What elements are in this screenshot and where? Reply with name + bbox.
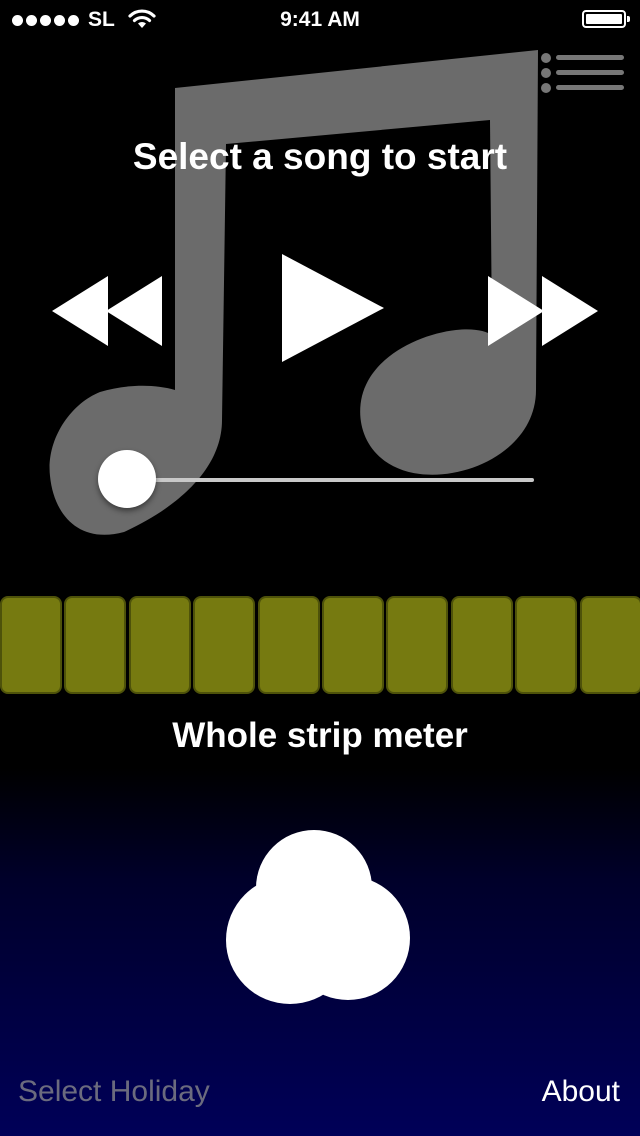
- fast-forward-button[interactable]: [486, 274, 600, 348]
- app-screen: SL 9:41 AM Select a song to start Whole …: [0, 0, 640, 1136]
- about-button[interactable]: About: [542, 1075, 620, 1109]
- meter-cell: [0, 596, 62, 694]
- strip-meter: [0, 596, 640, 694]
- meter-cell: [258, 596, 320, 694]
- play-icon: [282, 254, 384, 362]
- meter-cell: [64, 596, 126, 694]
- meter-cell: [386, 596, 448, 694]
- meter-cell: [515, 596, 577, 694]
- meter-label: Whole strip meter: [172, 716, 468, 755]
- rewind-button[interactable]: [50, 274, 164, 348]
- select-holiday-button[interactable]: Select Holiday: [18, 1075, 210, 1109]
- meter-cell: [193, 596, 255, 694]
- meter-cell: [322, 596, 384, 694]
- progress-track[interactable]: [126, 478, 534, 482]
- meter-cell: [451, 596, 513, 694]
- progress-slider-thumb[interactable]: [98, 450, 156, 508]
- song-prompt: Select a song to start: [132, 136, 508, 177]
- play-button[interactable]: [280, 252, 386, 364]
- meter-cell: [580, 596, 640, 694]
- menu-icon[interactable]: [538, 52, 628, 96]
- fast-forward-icon: [488, 276, 598, 346]
- meter-cell: [129, 596, 191, 694]
- light-bulb-icon[interactable]: [226, 830, 412, 1010]
- rewind-icon: [52, 276, 162, 346]
